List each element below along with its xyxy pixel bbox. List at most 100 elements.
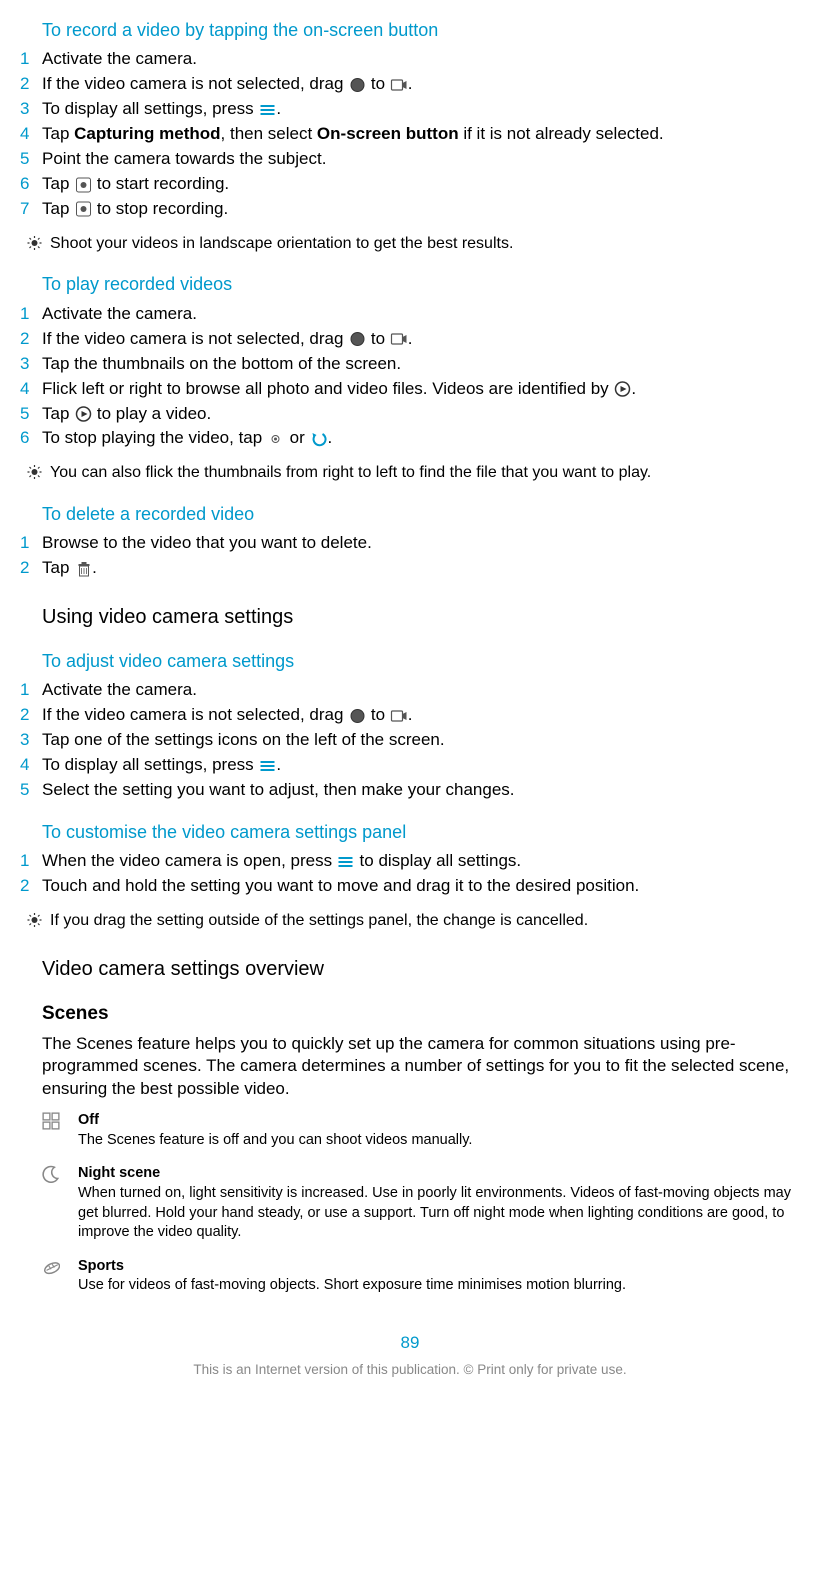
sports-icon <box>42 1257 78 1276</box>
circle-icon <box>348 77 366 93</box>
step-item: 1Browse to the video that you want to de… <box>18 532 802 555</box>
step-number: 1 <box>18 532 42 555</box>
heading-using-settings: Using video camera settings <box>42 604 802 631</box>
step-number: 1 <box>18 303 42 326</box>
step-number: 5 <box>18 779 42 802</box>
scenes-title: Scenes <box>42 1001 802 1027</box>
step-text: To display all settings, press . <box>42 98 802 121</box>
step-number: 5 <box>18 403 42 426</box>
document-page: To record a video by tapping the on-scre… <box>0 0 824 1409</box>
step-item: 1Activate the camera. <box>18 679 802 702</box>
step-item: 2Tap . <box>18 557 802 580</box>
trash-icon <box>74 561 92 577</box>
step-number: 7 <box>18 198 42 221</box>
step-number: 2 <box>18 328 42 351</box>
step-text: Tap the thumbnails on the bottom of the … <box>42 353 802 376</box>
step-text: To stop playing the video, tap or . <box>42 427 802 450</box>
heading-overview: Video camera settings overview <box>42 956 802 983</box>
step-number: 2 <box>18 557 42 580</box>
step-text: If the video camera is not selected, dra… <box>42 328 802 351</box>
videocam-icon <box>390 77 408 93</box>
tip-row: Shoot your videos in landscape orientati… <box>18 233 802 255</box>
step-number: 6 <box>18 427 42 450</box>
step-number: 2 <box>18 704 42 727</box>
step-item: 5Tap to play a video. <box>18 403 802 426</box>
step-text: When the video camera is open, press to … <box>42 850 802 873</box>
tip-text: Shoot your videos in landscape orientati… <box>50 233 802 255</box>
step-item: 7Tap to stop recording. <box>18 198 802 221</box>
step-item: 6Tap to start recording. <box>18 173 802 196</box>
step-text: Tap . <box>42 557 802 580</box>
step-text: Touch and hold the setting you want to m… <box>42 875 802 898</box>
scene-title: Sports <box>78 1257 802 1277</box>
step-item: 4To display all settings, press . <box>18 754 802 777</box>
steps-list: 1Activate the camera.2If the video camer… <box>18 303 802 451</box>
tip-row: You can also flick the thumbnails from r… <box>18 462 802 484</box>
section-heading: To customise the video camera settings p… <box>42 820 802 844</box>
section-heading: To record a video by tapping the on-scre… <box>42 18 802 42</box>
step-text: If the video camera is not selected, dra… <box>42 73 802 96</box>
section-heading: To delete a recorded video <box>42 502 802 526</box>
step-text: Point the camera towards the subject. <box>42 148 802 171</box>
scene-desc: When turned on, light sensitivity is inc… <box>78 1184 802 1243</box>
step-number: 2 <box>18 875 42 898</box>
steps-list: 1Browse to the video that you want to de… <box>18 532 802 580</box>
back-arrow-icon <box>310 431 328 447</box>
step-text: Activate the camera. <box>42 48 802 71</box>
scene-item: OffThe Scenes feature is off and you can… <box>42 1111 802 1150</box>
record-icon <box>74 201 92 217</box>
step-item: 1Activate the camera. <box>18 48 802 71</box>
scene-desc: The Scenes feature is off and you can sh… <box>78 1131 802 1151</box>
step-number: 4 <box>18 123 42 146</box>
step-item: 6To stop playing the video, tap or . <box>18 427 802 450</box>
menu-icon <box>258 758 276 774</box>
steps-list: 1Activate the camera.2If the video camer… <box>18 679 802 802</box>
grid-icon <box>42 1111 78 1130</box>
dot-icon <box>267 431 285 447</box>
step-text: Browse to the video that you want to del… <box>42 532 802 555</box>
step-item: 3Tap one of the settings icons on the le… <box>18 729 802 752</box>
step-item: 2If the video camera is not selected, dr… <box>18 328 802 351</box>
step-text: Activate the camera. <box>42 303 802 326</box>
step-text: Tap to start recording. <box>42 173 802 196</box>
step-text: If the video camera is not selected, dra… <box>42 704 802 727</box>
step-number: 1 <box>18 850 42 873</box>
tip-text: If you drag the setting outside of the s… <box>50 910 802 932</box>
step-item: 2Touch and hold the setting you want to … <box>18 875 802 898</box>
bulb-icon <box>18 462 50 480</box>
step-number: 3 <box>18 353 42 376</box>
step-item: 4Tap Capturing method, then select On-sc… <box>18 123 802 146</box>
step-number: 2 <box>18 73 42 96</box>
scene-title: Off <box>78 1111 802 1131</box>
page-number: 89 <box>18 1332 802 1355</box>
footer-text: This is an Internet version of this publ… <box>18 1361 802 1391</box>
step-number: 3 <box>18 729 42 752</box>
moon-icon <box>42 1164 78 1183</box>
step-item: 3Tap the thumbnails on the bottom of the… <box>18 353 802 376</box>
scenes-para: The Scenes feature helps you to quickly … <box>42 1033 802 1102</box>
scene-item: Night sceneWhen turned on, light sensiti… <box>42 1164 802 1242</box>
videocam-icon <box>390 331 408 347</box>
menu-icon <box>337 854 355 870</box>
tip-row: If you drag the setting outside of the s… <box>18 910 802 932</box>
step-number: 4 <box>18 378 42 401</box>
step-text: Tap Capturing method, then select On-scr… <box>42 123 802 146</box>
step-item: 3To display all settings, press . <box>18 98 802 121</box>
step-item: 5Select the setting you want to adjust, … <box>18 779 802 802</box>
step-number: 4 <box>18 754 42 777</box>
step-text: Tap one of the settings icons on the lef… <box>42 729 802 752</box>
step-text: Tap to play a video. <box>42 403 802 426</box>
bulb-icon <box>18 910 50 928</box>
step-item: 5Point the camera towards the subject. <box>18 148 802 171</box>
record-icon <box>74 177 92 193</box>
step-number: 1 <box>18 679 42 702</box>
step-number: 6 <box>18 173 42 196</box>
menu-icon <box>258 102 276 118</box>
step-item: 2If the video camera is not selected, dr… <box>18 73 802 96</box>
section-heading: To play recorded videos <box>42 272 802 296</box>
step-text: To display all settings, press . <box>42 754 802 777</box>
steps-list: 1When the video camera is open, press to… <box>18 850 802 898</box>
step-text: Tap to stop recording. <box>42 198 802 221</box>
step-text: Select the setting you want to adjust, t… <box>42 779 802 802</box>
step-text: Flick left or right to browse all photo … <box>42 378 802 401</box>
